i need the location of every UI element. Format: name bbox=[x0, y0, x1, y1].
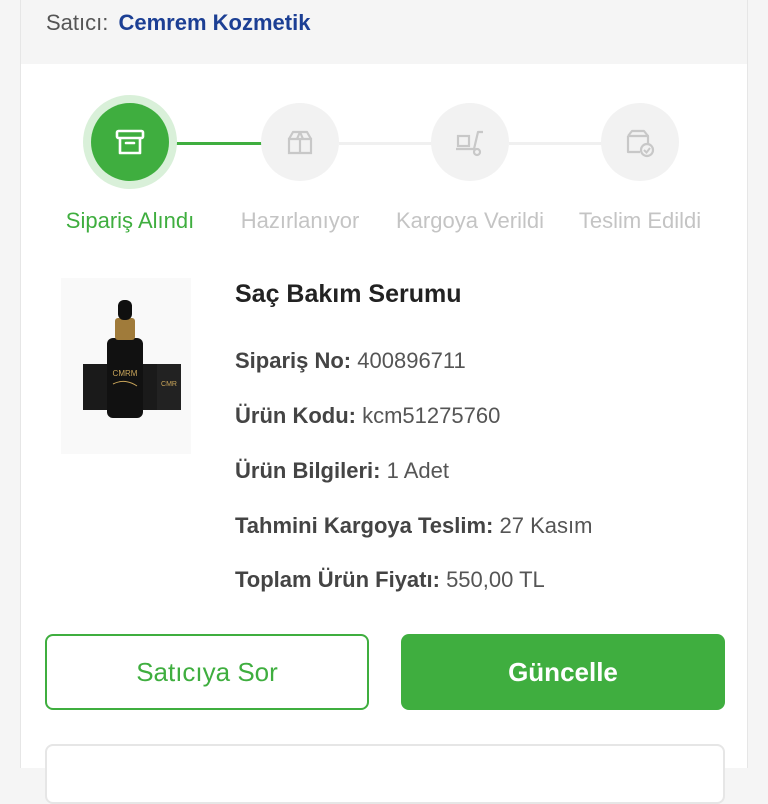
step-delivered bbox=[601, 103, 679, 181]
product-code-row: Ürün Kodu: kcm51275760 bbox=[235, 403, 500, 429]
seller-label: Satıcı: bbox=[46, 10, 109, 35]
order-number-row: Sipariş No: 400896711 bbox=[235, 348, 466, 374]
step-label-order-received: Sipariş Alındı bbox=[65, 208, 195, 233]
step-connector-3 bbox=[509, 142, 605, 145]
step-label-delivered: Teslim Edildi bbox=[578, 208, 702, 233]
product-info-label: Ürün Bilgileri: bbox=[235, 458, 381, 483]
estimated-shipping-value: 27 Kasım bbox=[499, 513, 593, 538]
svg-text:CMRM: CMRM bbox=[113, 369, 138, 378]
total-price-label: Toplam Ürün Fiyatı: bbox=[235, 567, 440, 592]
svg-text:CMR: CMR bbox=[161, 381, 177, 388]
total-price-value: 550,00 TL bbox=[446, 567, 545, 592]
estimated-shipping-row: Tahmini Kargoya Teslim: 27 Kasım bbox=[235, 513, 592, 539]
seller-info: Satıcı: Cemrem Kozmetik bbox=[46, 10, 310, 36]
update-button[interactable]: Güncelle bbox=[401, 634, 725, 710]
archive-box-icon bbox=[115, 129, 145, 155]
seller-bar: Satıcı: Cemrem Kozmetik bbox=[20, 0, 748, 64]
order-number-label: Sipariş No: bbox=[235, 348, 352, 373]
product-info-row: Ürün Bilgileri: 1 Adet bbox=[235, 458, 449, 484]
product-title[interactable]: Saç Bakım Serumu bbox=[235, 280, 462, 309]
shipping-trolley-icon bbox=[456, 130, 483, 157]
seller-name-link[interactable]: Cemrem Kozmetik bbox=[118, 10, 310, 35]
step-connector-2 bbox=[339, 142, 435, 145]
ask-seller-button[interactable]: Satıcıya Sor bbox=[45, 634, 369, 710]
product-code-label: Ürün Kodu: bbox=[235, 403, 356, 428]
step-order-received bbox=[91, 103, 169, 181]
estimated-shipping-label: Tahmini Kargoya Teslim: bbox=[235, 513, 494, 538]
step-label-shipped: Kargoya Verildi bbox=[396, 208, 544, 233]
product-code-value: kcm51275760 bbox=[362, 403, 501, 428]
total-price-row: Toplam Ürün Fiyatı: 550,00 TL bbox=[235, 567, 545, 593]
product-image[interactable]: CMR CMRM bbox=[61, 278, 191, 454]
step-label-preparing: Hazırlanıyor bbox=[240, 208, 360, 233]
open-box-icon bbox=[287, 130, 313, 155]
step-preparing bbox=[261, 103, 339, 181]
order-number-value: 400896711 bbox=[357, 348, 466, 373]
product-info-value: 1 Adet bbox=[386, 458, 449, 483]
secondary-action-button[interactable] bbox=[45, 744, 725, 804]
step-shipped bbox=[431, 103, 509, 181]
order-card: Sipariş Alındı Hazırlanıyor Kargoya Veri… bbox=[20, 64, 748, 804]
step-connector-1 bbox=[169, 142, 265, 145]
delivered-box-icon bbox=[626, 129, 655, 158]
